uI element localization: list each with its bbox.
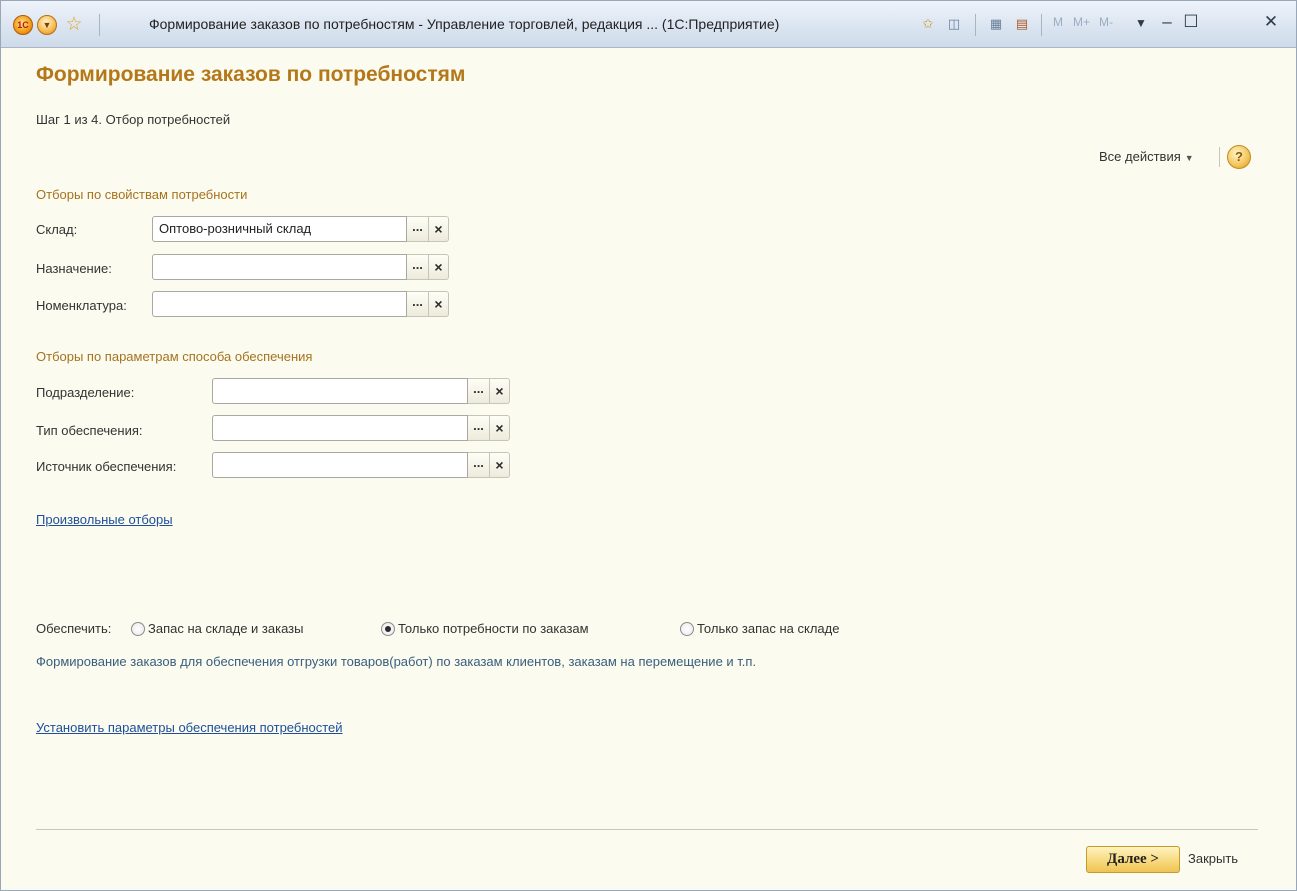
supply-type-label: Тип обеспечения: xyxy=(36,423,143,438)
supply-source-field: ... × xyxy=(212,452,510,478)
minimize-icon[interactable]: – xyxy=(1157,12,1177,32)
radio-orders-only[interactable]: Только потребности по заказам xyxy=(381,621,589,636)
close-window-icon[interactable]: ✕ xyxy=(1261,12,1281,32)
provide-label: Обеспечить: xyxy=(36,621,112,636)
chevron-down-icon: ▼ xyxy=(1184,153,1194,163)
footer-divider xyxy=(36,829,1258,830)
main-menu-icon[interactable]: ▼ xyxy=(37,15,57,35)
add-favorite-icon[interactable]: ✩ xyxy=(919,15,937,33)
step-indicator: Шаг 1 из 4. Отбор потребностей xyxy=(36,112,231,127)
provide-description: Формирование заказов для обеспечения отг… xyxy=(36,654,757,669)
app-window: 1С ▼ ☆ Формирование заказов по потребнос… xyxy=(0,0,1297,891)
supply-source-label: Источник обеспечения: xyxy=(36,459,177,474)
dropdown-arrow-icon[interactable]: ▼ xyxy=(1131,16,1151,30)
title-separator xyxy=(99,14,100,36)
radio-stock-and-orders[interactable]: Запас на складе и заказы xyxy=(131,621,304,636)
calculator-icon[interactable]: ▦ xyxy=(987,15,1005,33)
memory-mplus-button[interactable]: M+ xyxy=(1073,15,1090,29)
radio-label: Запас на складе и заказы xyxy=(148,621,304,636)
warehouse-field: Оптово-розничный склад ... × xyxy=(152,216,449,242)
department-select-button[interactable]: ... xyxy=(468,378,490,404)
radio-stock-only[interactable]: Только запас на складе xyxy=(680,621,839,636)
maximize-icon[interactable]: ☐ xyxy=(1181,12,1201,32)
page-title: Формирование заказов по потребностям xyxy=(36,63,466,86)
window-title: Формирование заказов по потребностям - У… xyxy=(149,16,780,32)
purpose-label: Назначение: xyxy=(36,261,112,276)
help-icon[interactable]: ? xyxy=(1227,145,1251,169)
supply-type-input[interactable] xyxy=(212,415,468,441)
warehouse-select-button[interactable]: ... xyxy=(407,216,429,242)
title-bar: 1С ▼ ☆ Формирование заказов по потребнос… xyxy=(1,1,1296,48)
department-label: Подразделение: xyxy=(36,385,135,400)
title-separator xyxy=(1041,14,1042,36)
custom-filters-link[interactable]: Произвольные отборы xyxy=(36,512,173,527)
radio-label: Только потребности по заказам xyxy=(398,621,589,636)
supply-source-select-button[interactable]: ... xyxy=(468,452,490,478)
radio-button-selected-icon xyxy=(381,621,395,636)
title-separator xyxy=(975,14,976,36)
supply-source-input[interactable] xyxy=(212,452,468,478)
nomenclature-clear-icon[interactable]: × xyxy=(429,291,449,317)
radio-button-icon xyxy=(680,621,694,636)
nomenclature-field: ... × xyxy=(152,291,449,317)
section-title-need-filters: Отборы по свойствам потребности xyxy=(36,187,248,202)
next-button[interactable]: Далее > xyxy=(1086,846,1180,873)
toolbar-separator xyxy=(1219,147,1220,167)
warehouse-label: Склад: xyxy=(36,222,78,237)
supply-type-clear-icon[interactable]: × xyxy=(490,415,510,441)
supply-type-field: ... × xyxy=(212,415,510,441)
close-button[interactable]: Закрыть xyxy=(1188,851,1238,866)
purpose-field: ... × xyxy=(152,254,449,280)
memory-mminus-button[interactable]: M- xyxy=(1099,15,1113,29)
purpose-clear-icon[interactable]: × xyxy=(429,254,449,280)
nomenclature-select-button[interactable]: ... xyxy=(407,291,429,317)
supply-source-clear-icon[interactable]: × xyxy=(490,452,510,478)
all-actions-menu[interactable]: Все действия ▼ xyxy=(1099,149,1194,164)
favorite-star-icon[interactable]: ☆ xyxy=(63,14,85,36)
app-logo-icon[interactable]: 1С xyxy=(13,15,33,35)
department-input[interactable] xyxy=(212,378,468,404)
purpose-input[interactable] xyxy=(152,254,407,280)
purpose-select-button[interactable]: ... xyxy=(407,254,429,280)
set-supply-params-link[interactable]: Установить параметры обеспечения потребн… xyxy=(36,720,343,735)
history-icon[interactable]: ◫ xyxy=(945,15,963,33)
nomenclature-label: Номенклатура: xyxy=(36,298,127,313)
radio-label: Только запас на складе xyxy=(697,621,840,636)
warehouse-input[interactable]: Оптово-розничный склад xyxy=(152,216,407,242)
nomenclature-input[interactable] xyxy=(152,291,407,317)
supply-type-select-button[interactable]: ... xyxy=(468,415,490,441)
radio-button-icon xyxy=(131,621,145,636)
department-field: ... × xyxy=(212,378,510,404)
calendar-icon[interactable]: ▤ xyxy=(1013,15,1031,33)
all-actions-label: Все действия xyxy=(1099,149,1181,164)
warehouse-clear-icon[interactable]: × xyxy=(429,216,449,242)
section-title-supply-filters: Отборы по параметрам способа обеспечения xyxy=(36,349,313,364)
department-clear-icon[interactable]: × xyxy=(490,378,510,404)
memory-m-button[interactable]: M xyxy=(1053,15,1063,29)
